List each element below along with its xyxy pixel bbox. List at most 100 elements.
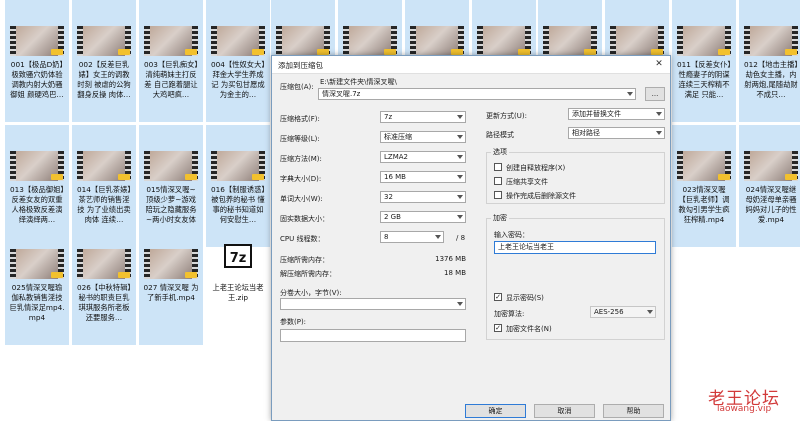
chevron-down-icon [457, 135, 463, 139]
path-mode-combo[interactable]: 相对路径 [568, 127, 665, 139]
video-thumbnail-icon [144, 249, 198, 279]
sfx-checkbox[interactable] [494, 163, 502, 171]
ok-button[interactable]: 确定 [465, 404, 526, 418]
media-badge-icon [51, 49, 63, 55]
chevron-down-icon [457, 115, 463, 119]
split-size-combo[interactable] [280, 298, 466, 310]
file-name: 011【反差女仆】性瘾妻子的阴谋 连续三天榨精不满足 只能… [676, 60, 732, 99]
level-label: 压缩等级(L): [280, 135, 320, 143]
watermark-url: laowang.vip [717, 404, 772, 414]
cpu-threads-value: 8 [384, 233, 389, 241]
password-label: 输入密码： [494, 231, 529, 239]
media-badge-icon [718, 174, 730, 180]
video-thumbnail-icon [343, 26, 397, 56]
media-badge-icon [785, 49, 797, 55]
dialog-titlebar[interactable]: 添加到压缩包 ✕ [272, 56, 670, 74]
media-badge-icon [185, 174, 197, 180]
cpu-threads-combo[interactable]: 8 [380, 231, 444, 243]
file-tile[interactable]: 012【地击主播】劫色女主播，内射两炮,尾随劫财不成只… [739, 0, 800, 122]
media-badge-icon [118, 272, 130, 278]
file-name: 024情深叉喔继母奶淫母单亲骚妈妈对儿子的性爱.mp4 [745, 185, 797, 224]
archive-name-value: 情深叉喔.7z [322, 90, 361, 98]
media-badge-icon [51, 174, 63, 180]
video-thumbnail-icon [477, 26, 531, 56]
video-thumbnail-icon [744, 151, 798, 181]
video-thumbnail-icon [276, 26, 330, 56]
file-name: 001【极品D奶】极致骚穴奶体验调教内射大奶骚御姐 颜硬鸡巴… [10, 60, 64, 99]
file-name: 012【地击主播】劫色女主播，内射两炮,尾随劫财不成只… [743, 60, 799, 99]
file-tile[interactable]: 002【反差巨乳婊】女王的调教时刻 被虐的公狗翻身反操 肉体… [72, 0, 136, 122]
video-thumbnail-icon [144, 151, 198, 181]
file-tile[interactable]: 023情深叉喔【巨乳老师】调教勾引男学生疯狂榨精.mp4 [672, 125, 736, 247]
file-tile[interactable]: 027 情深叉喔 为了新手机.mp4 [139, 223, 203, 345]
file-tile[interactable]: 024情深叉喔继母奶淫母单亲骚妈妈对儿子的性爱.mp4 [739, 125, 800, 247]
help-button[interactable]: 帮助 [603, 404, 664, 418]
file-name: 027 情深叉喔 为了新手机.mp4 [143, 283, 199, 302]
close-button[interactable]: ✕ [652, 58, 666, 71]
word-size-value: 32 [384, 193, 393, 201]
video-thumbnail-icon [211, 26, 265, 56]
file-tile[interactable]: 003【巨乳痴女】清纯萌妹主打反差 自己跑着腿让大鸡吧疯… [139, 0, 203, 122]
chevron-down-icon [627, 92, 633, 96]
encryption-method-label: 加密算法: [494, 310, 525, 318]
chevron-down-icon [457, 302, 463, 306]
media-badge-icon [252, 174, 264, 180]
update-mode-label: 更新方式(U): [486, 112, 527, 120]
params-input[interactable] [280, 329, 466, 342]
password-input[interactable]: 上老王论坛当老王 [494, 241, 656, 254]
format-combo[interactable]: 7z [380, 111, 466, 123]
level-value: 标准压缩 [384, 133, 412, 141]
media-badge-icon [118, 49, 130, 55]
file-name: 025情深叉喔瑜伽私教销售淫技巨乳情深足mp4.mp4 [9, 283, 65, 322]
file-tile[interactable]: 011【反差女仆】性瘾妻子的阴谋 连续三天榨精不满足 只能… [672, 0, 736, 122]
chevron-down-icon [656, 131, 662, 135]
video-thumbnail-icon [10, 151, 64, 181]
mem-compress-label: 压缩所需内存： [280, 256, 329, 264]
path-mode-label: 路径模式 [486, 131, 514, 139]
archive-label: 压缩包(A): [280, 83, 314, 91]
show-password-checkbox[interactable]: ✓ [494, 293, 502, 301]
file-tile[interactable]: 001【极品D奶】极致骚穴奶体验调教内射大奶骚御姐 颜硬鸡巴… [5, 0, 69, 122]
file-tile[interactable]: 004【性奴女大】拜金大学生养成记 为买包甘愿成为金主的… [206, 0, 270, 122]
file-tile[interactable]: 025情深叉喔瑜伽私教销售淫技巨乳情深足mp4.mp4 [5, 223, 69, 345]
video-thumbnail-icon [77, 249, 131, 279]
video-thumbnail-icon [10, 26, 64, 56]
encrypt-filenames-checkbox[interactable]: ✓ [494, 324, 502, 332]
encryption-group-title: 加密 [491, 213, 509, 223]
format-value: 7z [384, 113, 393, 121]
shared-files-label: 压缩共享文件 [506, 178, 548, 186]
update-mode-combo[interactable]: 添加并替换文件 [568, 108, 665, 120]
cpu-threads-label: CPU 线程数： [280, 235, 325, 243]
level-combo[interactable]: 标准压缩 [380, 131, 466, 143]
encryption-method-combo[interactable]: AES-256 [590, 306, 656, 318]
cancel-button[interactable]: 取消 [534, 404, 595, 418]
file-tile[interactable]: 7z 上老王论坛当老王.zip [206, 223, 270, 345]
dictionary-label: 字典大小(D): [280, 175, 322, 183]
browse-button[interactable]: ... [645, 87, 665, 101]
chevron-down-icon [435, 235, 441, 239]
word-size-combo[interactable]: 32 [380, 191, 466, 203]
solid-size-combo[interactable]: 2 GB [380, 211, 466, 223]
dictionary-combo[interactable]: 16 MB [380, 171, 466, 183]
solid-size-label: 固实数据大小： [280, 215, 329, 223]
chevron-down-icon [457, 195, 463, 199]
video-thumbnail-icon [77, 151, 131, 181]
file-tile[interactable]: 026【中秋特辑】秘书的职责巨乳琪琪服务所老板还要服务… [72, 223, 136, 345]
show-password-label: 显示密码(S) [506, 294, 544, 302]
shared-files-checkbox[interactable] [494, 177, 502, 185]
chevron-down-icon [647, 310, 653, 314]
method-combo[interactable]: LZMA2 [380, 151, 466, 163]
video-thumbnail-icon [744, 26, 798, 56]
media-badge-icon [185, 49, 197, 55]
archive-name-combo[interactable]: 情深叉喔.7z [318, 88, 636, 100]
file-name: 026【中秋特辑】秘书的职责巨乳琪琪服务所老板还要服务… [76, 283, 132, 322]
video-thumbnail-icon [610, 26, 664, 56]
file-name: 003【巨乳痴女】清纯萌妹主打反差 自己跑着腿让大鸡吧疯… [143, 60, 199, 99]
video-thumbnail-icon [144, 26, 198, 56]
delete-after-checkbox[interactable] [494, 191, 502, 199]
file-name: 023情深叉喔【巨乳老师】调教勾引男学生疯狂榨精.mp4 [678, 185, 730, 224]
encryption-method-value: AES-256 [594, 308, 624, 316]
media-badge-icon [718, 49, 730, 55]
word-size-label: 单词大小(W): [280, 195, 323, 203]
delete-after-label: 操作完成后删除源文件 [506, 192, 576, 200]
